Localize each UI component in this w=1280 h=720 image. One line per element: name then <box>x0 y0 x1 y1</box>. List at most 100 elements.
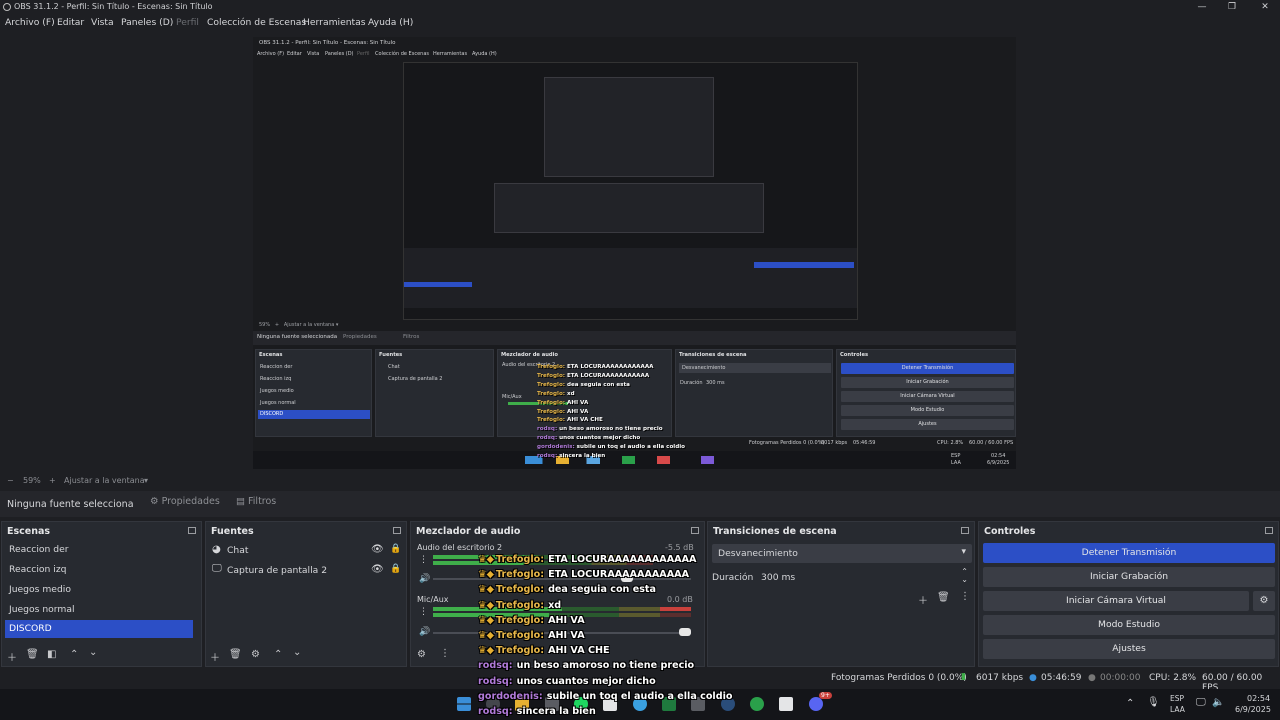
sources-panel: Fuentes ◕ Chat 👁 🔒 🖵 Captura de pantalla… <box>205 521 407 667</box>
menu-paneles[interactable]: Paneles (D) <box>121 17 173 28</box>
crown-badge-icon: ♛◆ <box>478 584 494 596</box>
speaker-icon[interactable]: 🔊 <box>419 627 430 637</box>
bitrate: 6017 kbps <box>976 673 1024 683</box>
source-item-captura[interactable]: 🖵 Captura de pantalla 2 👁 🔒 <box>206 562 406 580</box>
zoom-fit-dropdown[interactable]: Ajustar a la ventana <box>64 476 145 485</box>
preview-chat-text: AHI VA CHE <box>566 417 603 424</box>
trash-icon[interactable]: 🗑 <box>229 649 242 660</box>
dock-icon[interactable] <box>1265 527 1273 534</box>
transition-select[interactable]: Desvanecimiento ▾ <box>712 544 972 563</box>
stop-stream-button[interactable]: Detener Transmisión <box>983 543 1275 563</box>
scene-item-discord[interactable]: DISCORD <box>5 620 193 638</box>
chevron-down-icon[interactable]: ⌄ <box>293 647 301 658</box>
speaker-icon[interactable]: 🔊 <box>419 574 430 584</box>
menu-ayuda[interactable]: Ayuda (H) <box>368 17 413 28</box>
duration-input[interactable]: 300 ms ⌃ ⌄ <box>756 567 972 587</box>
mixer-settings-icon[interactable]: ⚙ <box>417 649 426 660</box>
preview-source-bar: Ninguna fuente seleccionada Propiedades … <box>253 331 1016 345</box>
menu-coleccion-escenas[interactable]: Colección de Escenas <box>207 17 306 28</box>
eye-icon[interactable]: 👁 <box>371 564 384 575</box>
preview-controls-panel: Controles Detener Transmisión Iniciar Gr… <box>836 349 1016 437</box>
menu-archivo[interactable]: Archivo (F) <box>5 17 55 28</box>
preview-chat-message: Trefoglo: AHI VA CHE <box>537 417 603 423</box>
chat-username: Trefoglo: <box>495 630 545 641</box>
source-item-chat[interactable]: ◕ Chat 👁 🔒 <box>206 542 406 560</box>
scene-item-juegos-normal[interactable]: Juegos normal <box>9 604 75 615</box>
eye-icon[interactable]: 👁 <box>371 544 384 555</box>
menu-herramientas[interactable]: Herramientas <box>303 17 366 28</box>
add-transition-icon[interactable]: ＋ <box>918 592 928 607</box>
network-icon[interactable]: 🖵 <box>1196 697 1206 708</box>
nested-preview-inner <box>544 77 714 177</box>
dock-icon[interactable] <box>188 527 196 534</box>
preview-chat-username: rodsq: <box>537 453 560 459</box>
start-recording-button[interactable]: Iniciar Grabación <box>983 567 1275 587</box>
mic-volume-slider[interactable] <box>679 628 691 636</box>
clock-time[interactable]: 02:54 <box>1247 694 1270 703</box>
scenes-header: Escenas <box>7 526 51 537</box>
lock-icon[interactable]: 🔒 <box>390 544 401 554</box>
properties-button[interactable]: ⚙ Propiedades <box>150 496 220 513</box>
capcut-icon[interactable] <box>779 697 793 711</box>
controls-header: Controles <box>984 526 1036 537</box>
settings-button[interactable]: Ajustes <box>983 639 1275 659</box>
preview-chat-message: rodsq: unos cuantos mejor dicho <box>537 435 640 441</box>
chat-text: AHI VA <box>548 614 585 626</box>
mic-meter <box>433 607 691 611</box>
virtual-camera-settings-gear-icon[interactable]: ⚙ <box>1253 591 1275 611</box>
trash-icon[interactable]: 🗑 <box>937 592 950 603</box>
scene-filters-icon[interactable]: ◧ <box>47 649 56 660</box>
preview-chat-message: Trefoglo: AHI VA <box>537 400 588 406</box>
chat-message: ♛◆ Trefoglo: dea seguia con esta <box>478 584 656 595</box>
preview-chat-username: Trefoglo: <box>537 390 567 397</box>
lock-icon[interactable]: 🔒 <box>390 564 401 574</box>
preview-taskbar: ESP LAA 02:54 6/9/2025 <box>253 451 1016 469</box>
minimize-button[interactable]: — <box>1187 0 1217 15</box>
close-button[interactable]: ✕ <box>1250 0 1280 15</box>
language-indicator[interactable]: ESP <box>1170 694 1184 703</box>
more-options-icon[interactable]: ⋮ <box>960 591 970 602</box>
chat-text: AHI VA CHE <box>548 645 610 657</box>
chevron-down-icon[interactable]: ⌄ <box>961 575 968 584</box>
chevron-up-icon[interactable]: ⌃ <box>70 649 78 660</box>
dropped-frames: Fotogramas Perdidos 0 (0.0%) <box>831 673 967 683</box>
dock-icon[interactable] <box>691 527 699 534</box>
chat-message: ♛◆ Trefoglo: AHI VA CHE <box>478 645 610 656</box>
zoom-out-button[interactable]: − <box>7 476 14 485</box>
menu-vista[interactable]: Vista <box>91 17 114 28</box>
crown-badge-icon: ♛◆ <box>478 630 494 641</box>
maximize-button[interactable]: ❐ <box>1217 0 1247 15</box>
zoom-in-button[interactable]: + <box>49 476 56 485</box>
microphone-icon[interactable]: 🎙 <box>1147 697 1160 708</box>
browser-icon[interactable] <box>750 697 764 711</box>
discord-icon[interactable] <box>809 697 823 711</box>
dock-icon[interactable] <box>393 527 401 534</box>
volume-icon[interactable]: 🔈 <box>1212 697 1224 708</box>
windows-start-icon[interactable] <box>457 697 471 711</box>
more-options-icon[interactable]: ⋮ <box>419 555 428 565</box>
gear-icon[interactable]: ⚙ <box>251 649 260 660</box>
more-options-icon[interactable]: ⋮ <box>419 607 428 617</box>
dock-icon[interactable] <box>961 527 969 534</box>
add-source-icon[interactable]: ＋ <box>210 649 220 664</box>
scene-item-reaccion-der[interactable]: Reaccion der <box>9 544 69 555</box>
preview-chat-text: ETA LOCURAAAAAAAAAAAA <box>566 364 654 370</box>
more-options-icon[interactable]: ⋮ <box>440 648 450 659</box>
chevron-down-icon[interactable]: ⌄ <box>89 647 97 658</box>
chat-username: Trefoglo: <box>495 569 545 581</box>
trash-icon[interactable]: 🗑 <box>26 649 39 660</box>
chat-message: rodsq: sincera la bien <box>478 706 596 717</box>
menu-perfil[interactable]: Perfil <box>176 17 199 28</box>
add-scene-icon[interactable]: ＋ <box>7 649 17 664</box>
chevron-up-icon[interactable]: ⌃ <box>1126 698 1134 709</box>
studio-mode-button[interactable]: Modo Estudio <box>983 615 1275 635</box>
menu-editar[interactable]: Editar <box>57 17 84 28</box>
scene-item-juegos-medio[interactable]: Juegos medio <box>9 584 71 595</box>
mixer-header: Mezclador de audio <box>416 526 521 537</box>
preview-canvas[interactable]: OBS 31.1.2 - Perfil: Sin Título - Escena… <box>253 37 1016 469</box>
start-virtual-camera-button[interactable]: Iniciar Cámara Virtual <box>983 591 1249 611</box>
chevron-up-icon[interactable]: ⌃ <box>274 649 282 660</box>
filters-button[interactable]: ▤ Filtros <box>236 496 276 513</box>
nested-preview <box>403 62 858 320</box>
scene-item-reaccion-izq[interactable]: Reaccion izq <box>9 564 66 575</box>
